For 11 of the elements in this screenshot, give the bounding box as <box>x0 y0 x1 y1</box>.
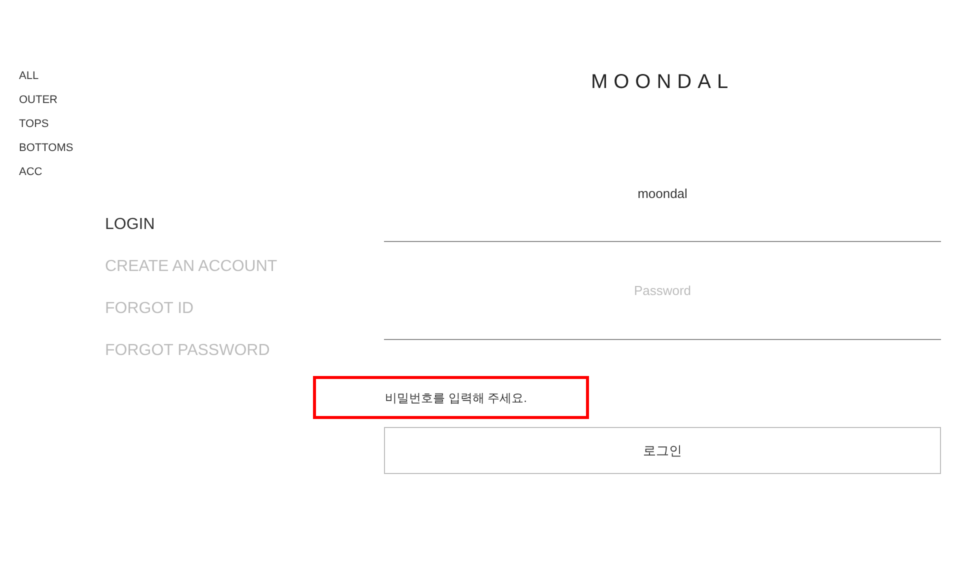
category-link[interactable]: BOTTOMS <box>19 141 74 156</box>
brand-logo: MOONDAL <box>590 70 734 94</box>
category-link[interactable]: TOPS <box>19 117 49 132</box>
login-button[interactable]: 로그인 <box>384 427 941 474</box>
username-field[interactable]: moondal <box>384 164 941 242</box>
account-menu-link[interactable]: LOGIN <box>105 215 155 235</box>
category-link[interactable]: ALL <box>19 69 39 84</box>
password-field[interactable]: Password <box>384 242 941 340</box>
category-link[interactable]: OUTER <box>19 93 58 108</box>
error-message: 비밀번호를 입력해 주세요. <box>385 390 528 406</box>
category-link[interactable]: ACC <box>19 165 42 180</box>
